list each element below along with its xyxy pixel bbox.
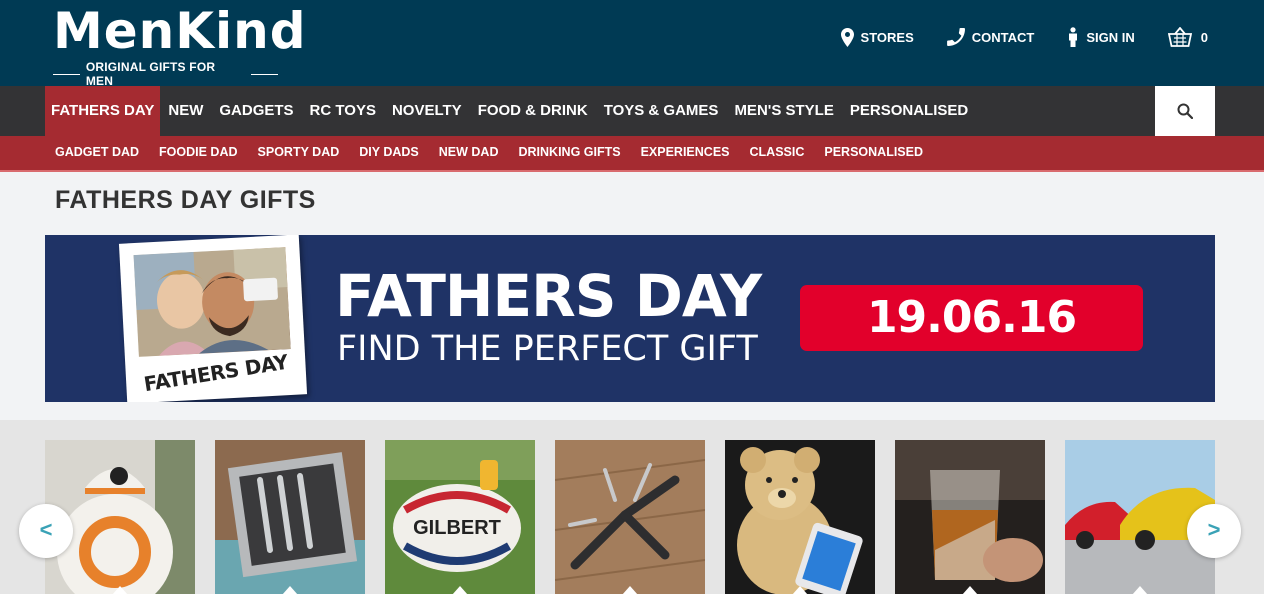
nav-novelty[interactable]: NOVELTY — [384, 86, 470, 136]
product-tile-bbq-set[interactable] — [215, 440, 365, 594]
stores-link[interactable]: STORES — [840, 27, 914, 47]
sub-nav: GADGET DAD FOODIE DAD SPORTY DAD DIY DAD… — [0, 136, 1264, 172]
subnav-diy-dads[interactable]: DIY DADS — [349, 136, 429, 170]
subnav-new-dad[interactable]: NEW DAD — [429, 136, 509, 170]
subnav-personalised[interactable]: PERSONALISED — [814, 136, 933, 170]
rugby-ball-cooler-image: GILBERT — [385, 440, 535, 594]
whisky-glass-image — [895, 440, 1045, 594]
phone-icon — [946, 28, 965, 46]
logo-wordmark: MenKind — [53, 2, 307, 60]
contact-link[interactable]: CONTACT — [946, 28, 1035, 46]
teddy-bear-image — [725, 440, 875, 594]
dad-selfie-image — [133, 247, 291, 357]
basket-count: 0 — [1200, 29, 1208, 45]
product-tile-whisky-glass[interactable] — [895, 440, 1045, 594]
menkind-logo[interactable]: MenKind ORIGINAL GIFTS FOR MEN — [53, 2, 307, 88]
product-tile-multitool[interactable] — [555, 440, 705, 594]
nav-fathers-day[interactable]: FATHERS DAY — [45, 86, 161, 136]
contact-label: CONTACT — [971, 29, 1035, 45]
nav-toys-games[interactable]: TOYS & GAMES — [596, 86, 727, 136]
nav-mens-style[interactable]: MEN'S STYLE — [726, 86, 841, 136]
svg-text:GILBERT: GILBERT — [413, 517, 501, 539]
banner-date: 19.06.16 — [800, 285, 1143, 351]
bbq-toolset-image — [215, 440, 365, 594]
sign-in-label: SIGN IN — [1086, 29, 1135, 45]
fathers-day-banner[interactable]: FATHERS DAY FATHERS DAY FIND THE PERFECT… — [45, 235, 1215, 402]
tagline-text: ORIGINAL GIFTS FOR MEN — [85, 60, 216, 88]
sign-in-link[interactable]: SIGN IN — [1067, 27, 1135, 47]
subnav-gadget-dad[interactable]: GADGET DAD — [45, 136, 149, 170]
basket-link[interactable]: 0 — [1167, 27, 1208, 47]
subnav-classic[interactable]: CLASSIC — [740, 136, 815, 170]
subnav-foodie-dad[interactable]: FOODIE DAD — [149, 136, 247, 170]
nav-gadgets[interactable]: GADGETS — [211, 86, 301, 136]
product-carousel: GILBERT — [0, 420, 1264, 594]
site-header: MenKind ORIGINAL GIFTS FOR MEN STORES CO… — [0, 0, 1264, 88]
nav-new[interactable]: NEW — [160, 86, 211, 136]
nav-rc-toys[interactable]: RC TOYS — [302, 86, 384, 136]
nav-personalised[interactable]: PERSONALISED — [842, 86, 976, 136]
banner-headline: FATHERS DAY — [335, 262, 762, 330]
main-nav: FATHERS DAY NEW GADGETS RC TOYS NOVELTY … — [0, 86, 1264, 136]
carousel-prev-button[interactable]: < — [19, 504, 73, 558]
product-tile-rugby-ball[interactable]: GILBERT — [385, 440, 535, 594]
carousel-next-button[interactable]: > — [1187, 504, 1241, 558]
polaroid-photo: FATHERS DAY — [118, 235, 308, 402]
subnav-experiences[interactable]: EXPERIENCES — [631, 136, 740, 170]
product-tile-teddy[interactable] — [725, 440, 875, 594]
basket-icon — [1167, 27, 1192, 47]
subnav-sporty-dad[interactable]: SPORTY DAD — [248, 136, 350, 170]
nav-food-drink[interactable]: FOOD & DRINK — [470, 86, 596, 136]
subnav-drinking-gifts[interactable]: DRINKING GIFTS — [508, 136, 630, 170]
search-icon — [1177, 103, 1193, 119]
utility-nav: STORES CONTACT SIGN IN 0 — [808, 25, 1208, 49]
page-title: FATHERS DAY GIFTS — [55, 186, 316, 214]
stores-label: STORES — [860, 29, 914, 45]
logo-tagline: ORIGINAL GIFTS FOR MEN — [53, 60, 278, 88]
multitool-image — [555, 440, 705, 594]
search-button[interactable] — [1155, 86, 1215, 136]
banner-subline: FIND THE PERFECT GIFT — [337, 329, 758, 369]
person-icon — [1069, 27, 1078, 47]
map-pin-icon — [840, 27, 854, 47]
